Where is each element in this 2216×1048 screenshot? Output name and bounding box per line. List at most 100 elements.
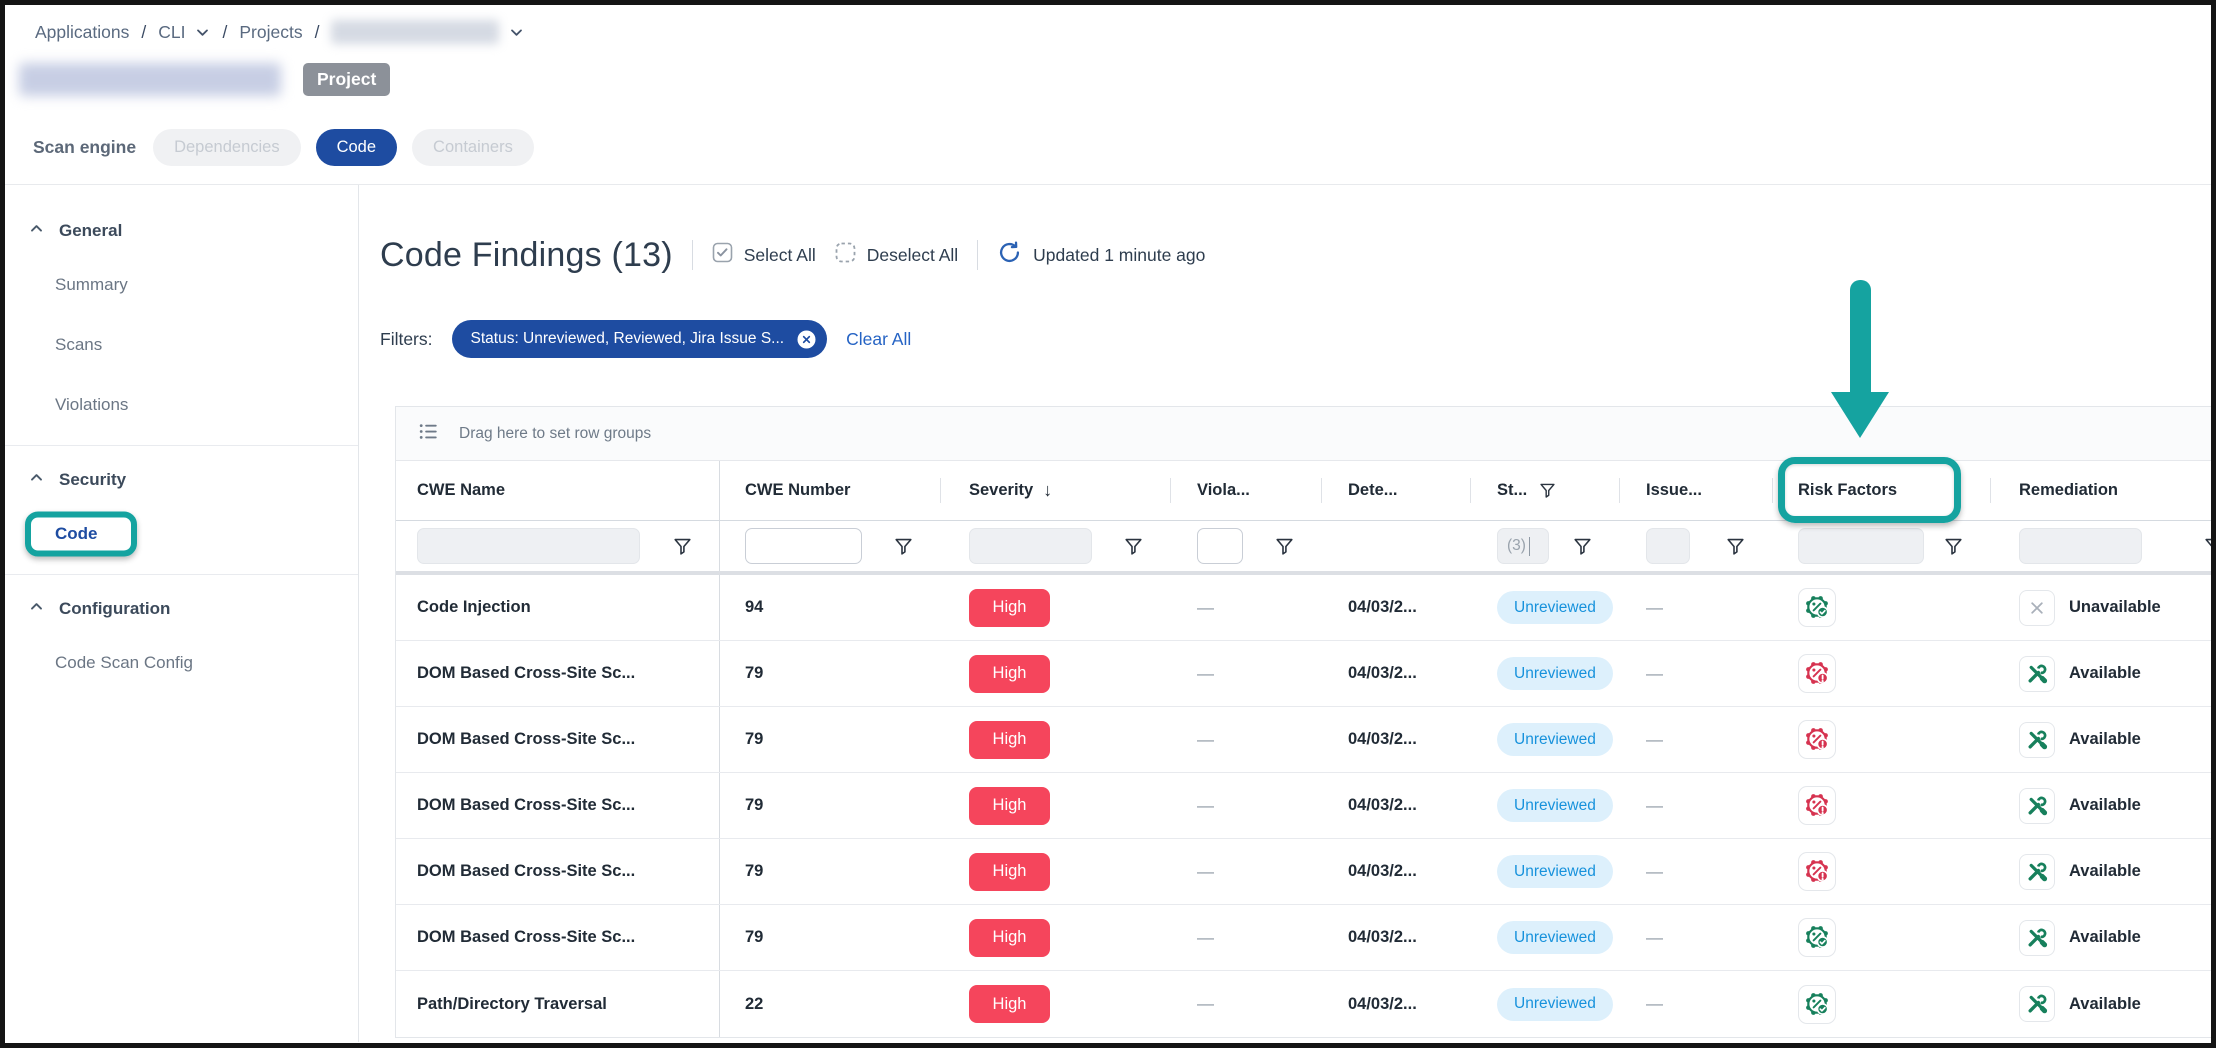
funnel-icon[interactable] xyxy=(1123,536,1144,557)
detected-value: 04/03/2... xyxy=(1348,928,1417,947)
column-header-issue[interactable]: Issue... xyxy=(1619,461,1772,520)
sidebar-section-security: Security Code xyxy=(5,446,358,575)
column-header-severity[interactable]: Severity↓ xyxy=(940,461,1170,520)
seal-percent-check-icon[interactable] xyxy=(1798,588,1836,627)
cell-cwe_number: 79 xyxy=(720,641,940,706)
column-header-cwe_number[interactable]: CWE Number xyxy=(720,461,940,520)
filters-label: Filters: xyxy=(380,329,433,350)
breadcrumb-separator: / xyxy=(141,22,146,43)
cell-detected: 04/03/2... xyxy=(1321,971,1470,1037)
cell-issue: — xyxy=(1619,773,1772,838)
column-header-status[interactable]: St... xyxy=(1470,461,1619,520)
cell-status: Unreviewed xyxy=(1470,641,1619,706)
filter-input-cwe_name[interactable] xyxy=(417,528,640,564)
filter-input-issue[interactable] xyxy=(1646,528,1690,564)
status-filter-chip[interactable]: Status: Unreviewed, Reviewed, Jira Issue… xyxy=(452,320,828,358)
table-row[interactable]: DOM Based Cross-Site Sc...79High—04/03/2… xyxy=(396,905,2211,971)
filter-input-remediation[interactable] xyxy=(2019,528,2142,564)
cell-severity: High xyxy=(940,641,1170,706)
filter-input-severity[interactable] xyxy=(969,528,1092,564)
seal-percent-alert-icon[interactable] xyxy=(1798,654,1836,693)
column-label: CWE Name xyxy=(417,481,505,500)
sidebar-item-violations[interactable]: Violations xyxy=(5,375,358,435)
cell-risk_factors xyxy=(1772,575,1990,640)
breadcrumb-projects[interactable]: Projects xyxy=(239,22,302,43)
violations-empty-value: — xyxy=(1197,598,1214,618)
sidebar-section-toggle-general[interactable]: General xyxy=(5,213,358,249)
sidebar-item-scans[interactable]: Scans xyxy=(5,315,358,375)
breadcrumb: Applications / CLI / Projects / xyxy=(35,18,524,46)
filter-cell-risk_factors xyxy=(1772,521,1990,571)
seal-percent-alert-icon[interactable] xyxy=(1798,852,1836,891)
table-row[interactable]: Path/Directory Traversal22High—04/03/2..… xyxy=(396,971,2211,1037)
filter-input-cwe_number[interactable] xyxy=(745,528,862,564)
issue-empty-value: — xyxy=(1646,730,1663,750)
funnel-icon[interactable] xyxy=(1725,536,1746,557)
chevron-down-icon[interactable] xyxy=(509,25,524,40)
seal-percent-check-icon[interactable] xyxy=(1798,918,1836,957)
column-header-cwe_name[interactable]: CWE Name xyxy=(396,461,720,520)
x-icon xyxy=(2019,590,2055,626)
table-row[interactable]: DOM Based Cross-Site Sc...79High—04/03/2… xyxy=(396,641,2211,707)
cell-issue: — xyxy=(1619,707,1772,772)
sidebar-item-code[interactable]: Code xyxy=(5,504,358,564)
scan-tab-containers[interactable]: Containers xyxy=(412,129,534,166)
row-group-dropzone[interactable]: Drag here to set row groups xyxy=(396,407,2211,461)
issue-empty-value: — xyxy=(1646,796,1663,816)
filter-input-status[interactable]: (3) xyxy=(1497,528,1549,564)
filter-input-violations[interactable] xyxy=(1197,528,1243,564)
table-row[interactable]: DOM Based Cross-Site Sc...79High—04/03/2… xyxy=(396,773,2211,839)
status-badge: Unreviewed xyxy=(1497,789,1613,822)
funnel-icon[interactable] xyxy=(1572,536,1593,557)
refresh-button[interactable]: Updated 1 minute ago xyxy=(997,240,1205,270)
cell-violations: — xyxy=(1170,707,1321,772)
sidebar-item-summary[interactable]: Summary xyxy=(5,255,358,315)
cwe_number-value: 94 xyxy=(745,598,763,617)
funnel-icon[interactable] xyxy=(672,536,693,557)
cell-violations: — xyxy=(1170,641,1321,706)
cell-status: Unreviewed xyxy=(1470,971,1619,1037)
cell-remediation: Available xyxy=(1990,839,2211,904)
chevron-down-icon[interactable] xyxy=(195,25,210,40)
column-header-remediation[interactable]: Remediation xyxy=(1990,461,2211,520)
filter-input-risk_factors[interactable] xyxy=(1798,528,1924,564)
cell-risk_factors xyxy=(1772,971,1990,1037)
table-row[interactable]: Code Injection94High—04/03/2...Unreviewe… xyxy=(396,575,2211,641)
sidebar-section-title: Security xyxy=(59,470,126,490)
cell-cwe_name: DOM Based Cross-Site Sc... xyxy=(396,773,720,838)
column-header-violations[interactable]: Viola... xyxy=(1170,461,1321,520)
severity-badge: High xyxy=(969,787,1050,825)
app-window: Applications / CLI / Projects / Project … xyxy=(0,0,2216,1048)
select-all-button[interactable]: Select All xyxy=(712,242,816,268)
checkbox-checked-icon xyxy=(712,242,733,268)
breadcrumb-cli[interactable]: CLI xyxy=(158,22,185,43)
severity-badge: High xyxy=(969,721,1050,759)
issue-empty-value: — xyxy=(1646,862,1663,882)
seal-percent-check-icon[interactable] xyxy=(1798,985,1836,1024)
sidebar-section-toggle-configuration[interactable]: Configuration xyxy=(5,591,358,627)
column-header-detected[interactable]: Dete... xyxy=(1321,461,1470,520)
cell-cwe_number: 79 xyxy=(720,905,940,970)
divider xyxy=(977,240,978,270)
sidebar-section-toggle-security[interactable]: Security xyxy=(5,462,358,498)
table-row[interactable]: DOM Based Cross-Site Sc...79High—04/03/2… xyxy=(396,707,2211,773)
deselect-all-button[interactable]: Deselect All xyxy=(835,242,958,268)
funnel-icon[interactable] xyxy=(2203,536,2211,557)
funnel-icon[interactable] xyxy=(1943,536,1964,557)
funnel-icon[interactable] xyxy=(893,536,914,557)
seal-percent-alert-icon[interactable] xyxy=(1798,720,1836,759)
scan-tab-dependencies[interactable]: Dependencies xyxy=(153,129,301,166)
seal-percent-alert-icon[interactable] xyxy=(1798,786,1836,825)
clear-all-link[interactable]: Clear All xyxy=(846,329,911,350)
sidebar-item-label: Summary xyxy=(55,275,128,295)
funnel-icon[interactable] xyxy=(1274,536,1295,557)
column-header-risk_factors[interactable]: Risk Factors xyxy=(1772,461,1990,520)
breadcrumb-applications[interactable]: Applications xyxy=(35,22,129,43)
issue-empty-value: — xyxy=(1646,664,1663,684)
sidebar-item-code-scan-config[interactable]: Code Scan Config xyxy=(5,633,358,693)
scan-tab-code[interactable]: Code xyxy=(316,129,397,166)
close-circle-icon[interactable] xyxy=(796,329,817,350)
cell-status: Unreviewed xyxy=(1470,575,1619,640)
table-row[interactable]: DOM Based Cross-Site Sc...79High—04/03/2… xyxy=(396,839,2211,905)
redacted-entity-title xyxy=(19,63,281,96)
